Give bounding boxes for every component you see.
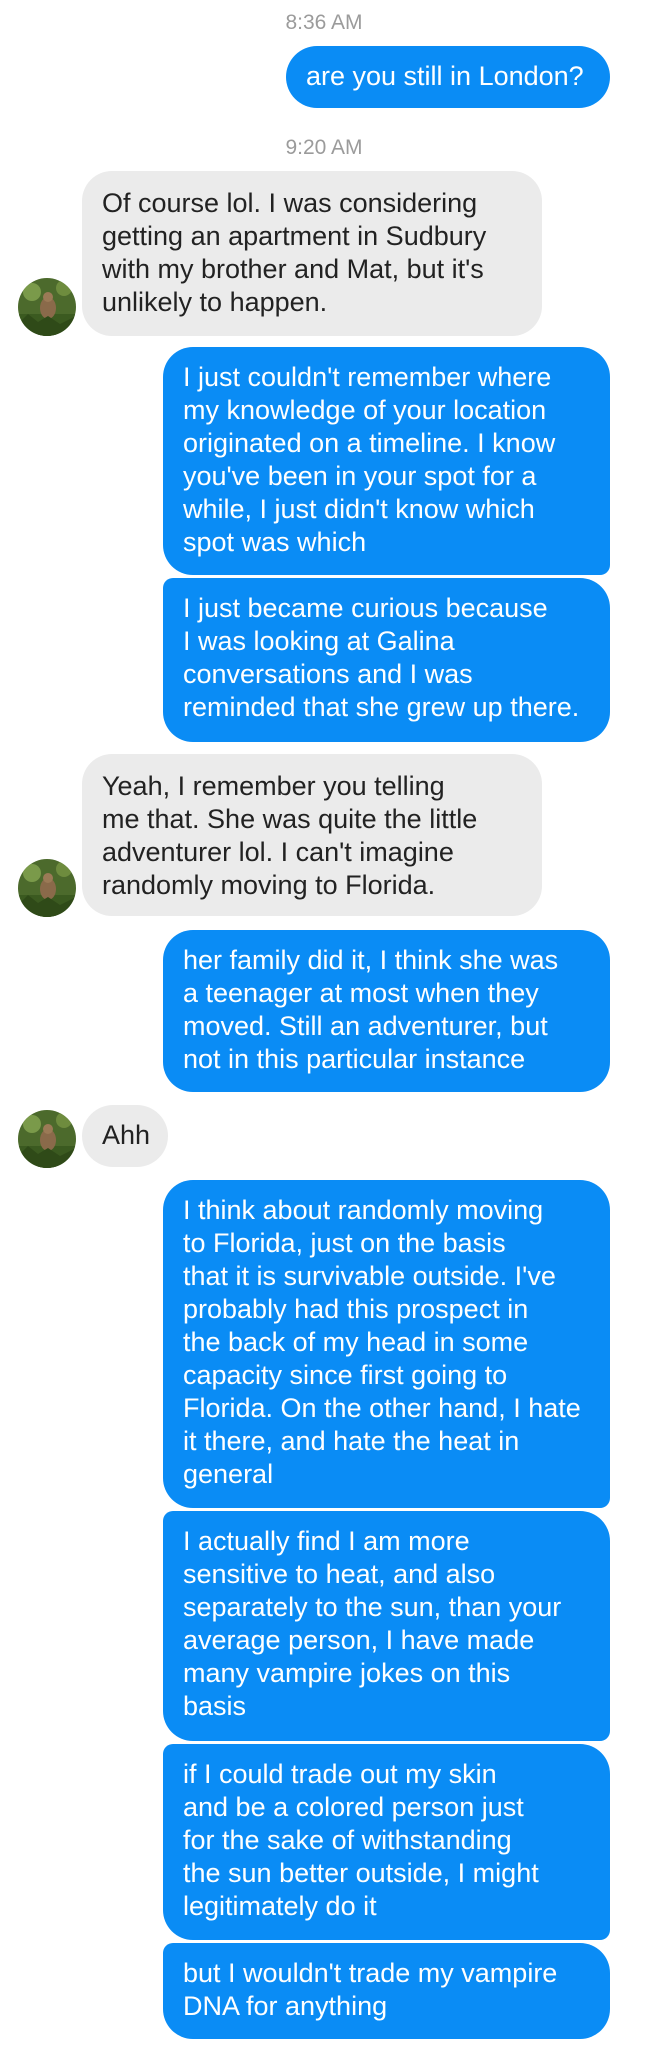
sent-message-bubble[interactable]: if I could trade out my skin and be a co… [163,1744,610,1940]
sent-message-bubble[interactable]: but I wouldn't trade my vampire DNA for … [163,1943,610,2039]
sent-message-bubble[interactable]: I think about randomly moving to Florida… [163,1180,610,1508]
sent-message-bubble[interactable]: her family did it, I think she was a tee… [163,930,610,1092]
contact-avatar[interactable] [18,1110,76,1168]
avatar-image [18,1110,76,1168]
sent-message-bubble[interactable]: I actually find I am more sensitive to h… [163,1511,610,1741]
avatar-image [18,859,76,917]
timestamp: 8:36 AM [285,11,363,34]
contact-avatar[interactable] [18,859,76,917]
sent-message-bubble[interactable]: I just became curious because I was look… [163,578,610,742]
timestamp: 9:20 AM [285,136,363,159]
received-message-bubble[interactable]: Yeah, I remember you telling me that. Sh… [82,754,542,916]
contact-avatar[interactable] [18,278,76,336]
sent-message-bubble[interactable]: are you still in London? [286,46,610,108]
sent-message-bubble[interactable]: I just couldn't remember where my knowle… [163,347,610,575]
received-message-bubble[interactable]: Of course lol. I was considering getting… [82,171,542,336]
avatar-image [18,278,76,336]
received-message-bubble[interactable]: Ahh [82,1105,168,1167]
